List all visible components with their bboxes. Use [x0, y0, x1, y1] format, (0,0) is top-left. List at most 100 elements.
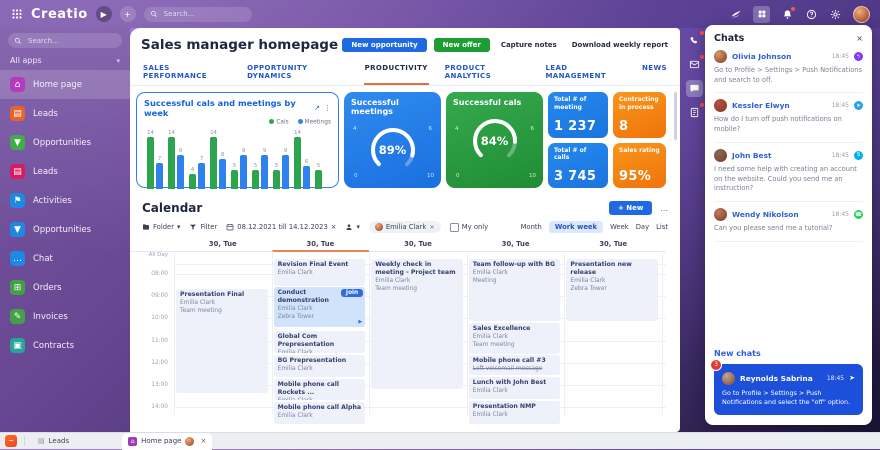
apps-grid-icon[interactable]	[10, 8, 23, 21]
sidebar-item-home-page-0[interactable]: ⌂Home page	[0, 70, 130, 99]
sidebar-item-leads-1[interactable]: ▤Leads	[0, 99, 130, 128]
global-search-input[interactable]	[162, 9, 246, 19]
new-offer-button[interactable]: New offer	[434, 38, 490, 52]
email-icon[interactable]	[686, 56, 703, 73]
event-bg-prepresentation[interactable]: BG PrepresentationEmilia Clark	[274, 355, 366, 377]
my-only-checkbox[interactable]: My only	[450, 223, 488, 232]
new-opportunity-button[interactable]: New opportunity	[342, 38, 426, 52]
bar-cals: 5	[315, 170, 322, 189]
clear-date-icon[interactable]: ×	[331, 223, 337, 231]
tab-sales-performance[interactable]: SALES PERFORMANCE	[142, 62, 231, 85]
tab-product-analytics[interactable]: PRODUCT ANALYTICS	[444, 62, 530, 85]
global-search[interactable]	[144, 7, 252, 22]
sidebar-item-contracts-9[interactable]: ▣Contracts	[0, 331, 130, 360]
settings-gear-icon[interactable]	[829, 8, 842, 21]
bar-chart: 147149471485959591465	[144, 133, 331, 189]
successful-cals-gauge-card[interactable]: Successful cals 84% 4 6 0 10	[446, 92, 543, 188]
event-sales-excellence[interactable]: Sales ExcellenceEmilia ClarkTeam meeting	[469, 323, 561, 354]
app-selector-icon[interactable]	[753, 6, 770, 23]
play-button[interactable]: ▶	[96, 6, 112, 22]
chat-rail-icon[interactable]	[686, 80, 703, 97]
sidebar-item-orders-7[interactable]: ⊞Orders	[0, 273, 130, 302]
all-apps-dropdown[interactable]: All apps ▾	[0, 51, 130, 70]
bar-meetings: 8	[219, 159, 226, 189]
event-presentation-new-release[interactable]: Presentation new releaseEmilia ClarkZebr…	[566, 259, 658, 321]
sidebar-item-leads-3[interactable]: ▤Leads	[0, 157, 130, 186]
event-mobile-phone-call-rockets[interactable]: Mobile phone call Rockets ...Emilia Clar…	[274, 379, 366, 400]
event-mobile-phone-call-alpha[interactable]: Mobile phone call AlphaEmilia Clark	[274, 402, 366, 424]
freedom-ui-toggle-icon[interactable]	[729, 8, 742, 21]
sales-rating-kpi[interactable]: Sales rating 95%	[613, 143, 666, 189]
creatio-taskbar-icon[interactable]: ~	[5, 435, 17, 447]
invoices-doc-icon: ✎	[10, 309, 25, 324]
bar-pair: 5	[315, 170, 322, 189]
owner-chip[interactable]: Emilia Clark×	[369, 221, 441, 233]
bar-meetings: 7	[156, 163, 163, 189]
event-conduct-demonstration[interactable]: Conduct demonstrationEmilia ClarkZebra T…	[274, 287, 366, 327]
close-tab-icon[interactable]: ×	[200, 437, 206, 445]
tab-productivity[interactable]: PRODUCTIVITY	[364, 62, 429, 85]
notifications-bell-icon[interactable]	[781, 8, 794, 21]
total-meetings-kpi[interactable]: Total # of meeting 1 237	[548, 92, 608, 138]
new-chat-card[interactable]: 3 Reynolds Sabrina 18:45 ➤ Go to Profile…	[714, 364, 863, 415]
filter-button[interactable]: Filter	[189, 223, 217, 231]
contracting-in-process-kpi[interactable]: Contracting in process 8	[613, 92, 666, 138]
chevron-down-icon: ▾	[356, 223, 359, 231]
event-presentation-nmp[interactable]: Presentation NMPEmilia Clark	[469, 401, 561, 424]
event-weekly-check-in-meeting-project-team[interactable]: Weekly check in meeting - Project teamEm…	[371, 259, 463, 389]
sidebar-item-activities-4[interactable]: ⚑Activities	[0, 186, 130, 215]
bar-pair: 59	[231, 155, 247, 188]
sidebar-item-opportunities-5[interactable]: ▼Opportunities	[0, 215, 130, 244]
view-week[interactable]: Week	[610, 223, 629, 231]
calendar-new-button[interactable]: + New	[609, 201, 652, 215]
sidebar-item-chat-6[interactable]: …Chat	[0, 244, 130, 273]
chat-avatar	[714, 50, 727, 63]
time-label: 10:00	[130, 315, 168, 321]
event-revision-final-event[interactable]: Revision Final EventEmilia Clark	[274, 259, 366, 286]
taskbar-tab-leads[interactable]: ▤ Leads	[32, 433, 75, 450]
remove-owner-icon[interactable]: ×	[429, 223, 434, 231]
event-team-follow-up-with-bg[interactable]: Team follow-up with BGEmilia ClarkMeetin…	[469, 259, 561, 321]
sidebar-item-invoices-8[interactable]: ✎Invoices	[0, 302, 130, 331]
chat-item-wendy-nikolson[interactable]: Wendy Nikolson18:45☎Can you please send …	[714, 202, 863, 242]
sidebar-search-input[interactable]	[26, 36, 110, 46]
user-avatar[interactable]	[853, 6, 870, 23]
tab-opportunity-dynamics[interactable]: OPPORTUNITY DYNAMICS	[246, 62, 348, 85]
event-global-com-prepresentation[interactable]: Global Com PrepresentationEmilia Clark	[274, 331, 366, 353]
successful-meetings-gauge-card[interactable]: Successful meetings 89% 4 6 0 10	[344, 92, 441, 188]
more-menu-icon[interactable]: ⋮	[324, 104, 331, 112]
view-list[interactable]: List	[656, 223, 668, 231]
event-lunch-with-john-best[interactable]: Lunch with John BestEmilia Clark	[469, 377, 561, 399]
event-mobile-phone-call-3[interactable]: Mobile phone call #3Left voicemail messa…	[469, 355, 561, 375]
phone-icon[interactable]	[686, 32, 703, 49]
help-icon[interactable]	[805, 8, 818, 21]
view-day[interactable]: Day	[636, 223, 649, 231]
tasks-icon[interactable]	[686, 104, 703, 121]
expand-icon[interactable]: ↗	[314, 104, 320, 112]
sidebar-search[interactable]	[8, 33, 122, 48]
join-button[interactable]: Join	[341, 289, 363, 297]
tab-lead-management[interactable]: LEAD MANAGEMENT	[544, 62, 626, 85]
day-header-4: 30, Tue	[564, 237, 662, 250]
date-range-filter[interactable]: 08.12.2021 till 14.12.2023×	[226, 223, 336, 231]
view-month[interactable]: Month	[521, 223, 542, 231]
total-calls-kpi[interactable]: Total # of calls 3 745	[548, 143, 608, 189]
event-presentation-final[interactable]: Presentation FinalEmilia ClarkTeam meeti…	[176, 289, 268, 393]
capture-notes-button[interactable]: Capture notes	[497, 38, 561, 52]
close-icon[interactable]: ×	[856, 34, 863, 43]
sidebar-item-opportunities-2[interactable]: ▼Opportunities	[0, 128, 130, 157]
sidebar: All apps ▾ ⌂Home page▤Leads▼Opportunitie…	[0, 28, 130, 432]
chat-item-olivia-johnson[interactable]: Olivia Johnson18:45ϟGo to Profile > Sett…	[714, 44, 863, 93]
taskbar-tab-home-page[interactable]: ⌂ Home page ×	[122, 433, 212, 450]
chat-item-john-best[interactable]: John Best18:45SI need some help with cre…	[714, 143, 863, 202]
scrollbar[interactable]	[674, 92, 677, 140]
calls-meetings-chart-card[interactable]: Successful cals and meetings by week ↗ ⋮…	[136, 92, 339, 188]
tab-news[interactable]: NEWS	[641, 62, 668, 85]
owner-filter[interactable]: ▾	[345, 223, 359, 231]
chat-item-kessler-elwyn[interactable]: Kessler Elwyn18:45➤How do I turn off pus…	[714, 93, 863, 142]
view-work-week[interactable]: Work week	[549, 221, 603, 233]
folder-filter[interactable]: Folder▾	[142, 223, 180, 231]
calendar-more-icon[interactable]: ...	[660, 204, 668, 213]
add-button[interactable]: +	[120, 6, 136, 22]
download-weekly-report-button[interactable]: Download weekly report	[568, 38, 672, 52]
